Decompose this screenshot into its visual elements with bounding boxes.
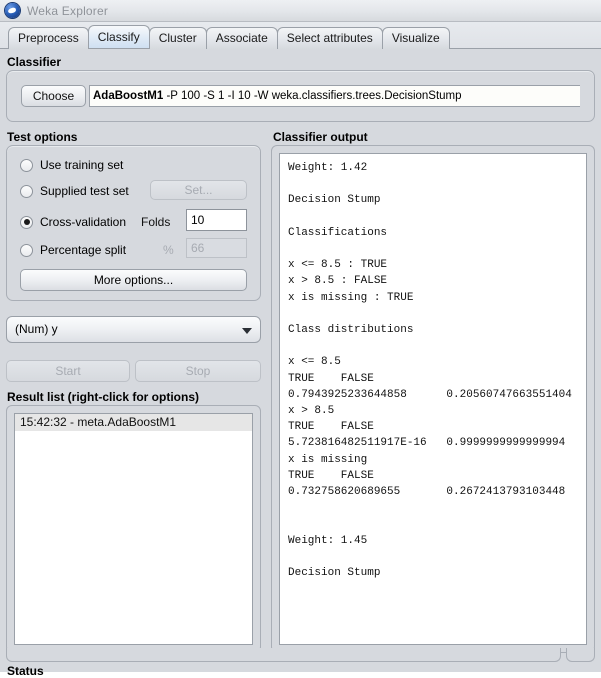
start-button[interactable]: Start [6, 360, 130, 382]
folds-label: Folds [141, 215, 171, 229]
radio-percentage-split[interactable]: Percentage split [20, 243, 126, 257]
result-list-label: Result list (right-click for options) [7, 390, 200, 404]
radio-cross-validation[interactable]: Cross-validation [20, 215, 126, 229]
classifier-output-label: Classifier output [273, 130, 368, 144]
tab-cluster[interactable]: Cluster [148, 27, 207, 49]
classifier-output-panel: Weight: 1.42 Decision Stump Classificati… [271, 145, 595, 653]
tab-associate[interactable]: Associate [205, 27, 278, 49]
tab-preprocess[interactable]: Preprocess [8, 27, 89, 49]
set-button[interactable]: Set... [150, 180, 247, 200]
radio-supplied-test-set[interactable]: Supplied test set [20, 184, 129, 198]
classifier-value-field[interactable]: AdaBoostM1 -P 100 -S 1 -I 10 -W weka.cla… [89, 85, 580, 107]
folds-input[interactable]: 10 [186, 209, 247, 231]
classifier-options: -P 100 -S 1 -I 10 -W weka.classifiers.tr… [163, 90, 462, 102]
chevron-down-icon [242, 328, 252, 334]
weka-bird-icon [5, 3, 20, 18]
status-label: Status [7, 664, 44, 678]
classifier-output-text: Weight: 1.42 Decision Stump Classificati… [288, 162, 572, 580]
title-bar: Weka Explorer [0, 0, 601, 22]
tab-visualize[interactable]: Visualize [381, 27, 450, 49]
radio-circle-icon [20, 158, 33, 172]
choose-button[interactable]: Choose [21, 85, 86, 107]
radio-circle-icon [20, 215, 33, 229]
classifier-name: AdaBoostM1 [93, 90, 164, 102]
tab-bar: Preprocess Classify Cluster Associate Se… [0, 22, 601, 49]
more-options-button[interactable]: More options... [20, 269, 247, 291]
test-options-group-label: Test options [7, 130, 78, 144]
radio-label-cross-validation: Cross-validation [40, 215, 127, 229]
classifier-output-scroll-area[interactable]: Weight: 1.42 Decision Stump Classificati… [279, 153, 587, 645]
radio-use-training-set[interactable]: Use training set [20, 158, 123, 172]
radio-circle-icon [20, 184, 33, 198]
result-list-panel: 15:42:32 - meta.AdaBoostM1 [6, 405, 261, 653]
stop-button[interactable]: Stop [135, 360, 261, 382]
radio-label-supplied-test-set: Supplied test set [40, 184, 129, 198]
tab-classify[interactable]: Classify [87, 25, 150, 48]
radio-label-use-training-set: Use training set [40, 158, 124, 172]
percentage-split-input[interactable]: 66 [186, 238, 247, 258]
weka-explorer-window: Weka Explorer Preprocess Classify Cluste… [0, 0, 601, 678]
window-title: Weka Explorer [27, 3, 109, 18]
log-panel [566, 648, 595, 662]
radio-label-percentage-split: Percentage split [40, 243, 127, 257]
class-attribute-select[interactable]: (Num) y [6, 316, 261, 343]
radio-circle-icon [20, 243, 33, 257]
status-panel [6, 648, 561, 662]
classifier-group-label: Classifier [7, 55, 62, 69]
list-item[interactable]: 15:42:32 - meta.AdaBoostM1 [15, 414, 252, 431]
tab-select-attributes[interactable]: Select attributes [276, 27, 383, 49]
result-list[interactable]: 15:42:32 - meta.AdaBoostM1 [14, 413, 253, 645]
class-attribute-value: (Num) y [15, 322, 58, 336]
percent-symbol-label: % [163, 243, 174, 257]
